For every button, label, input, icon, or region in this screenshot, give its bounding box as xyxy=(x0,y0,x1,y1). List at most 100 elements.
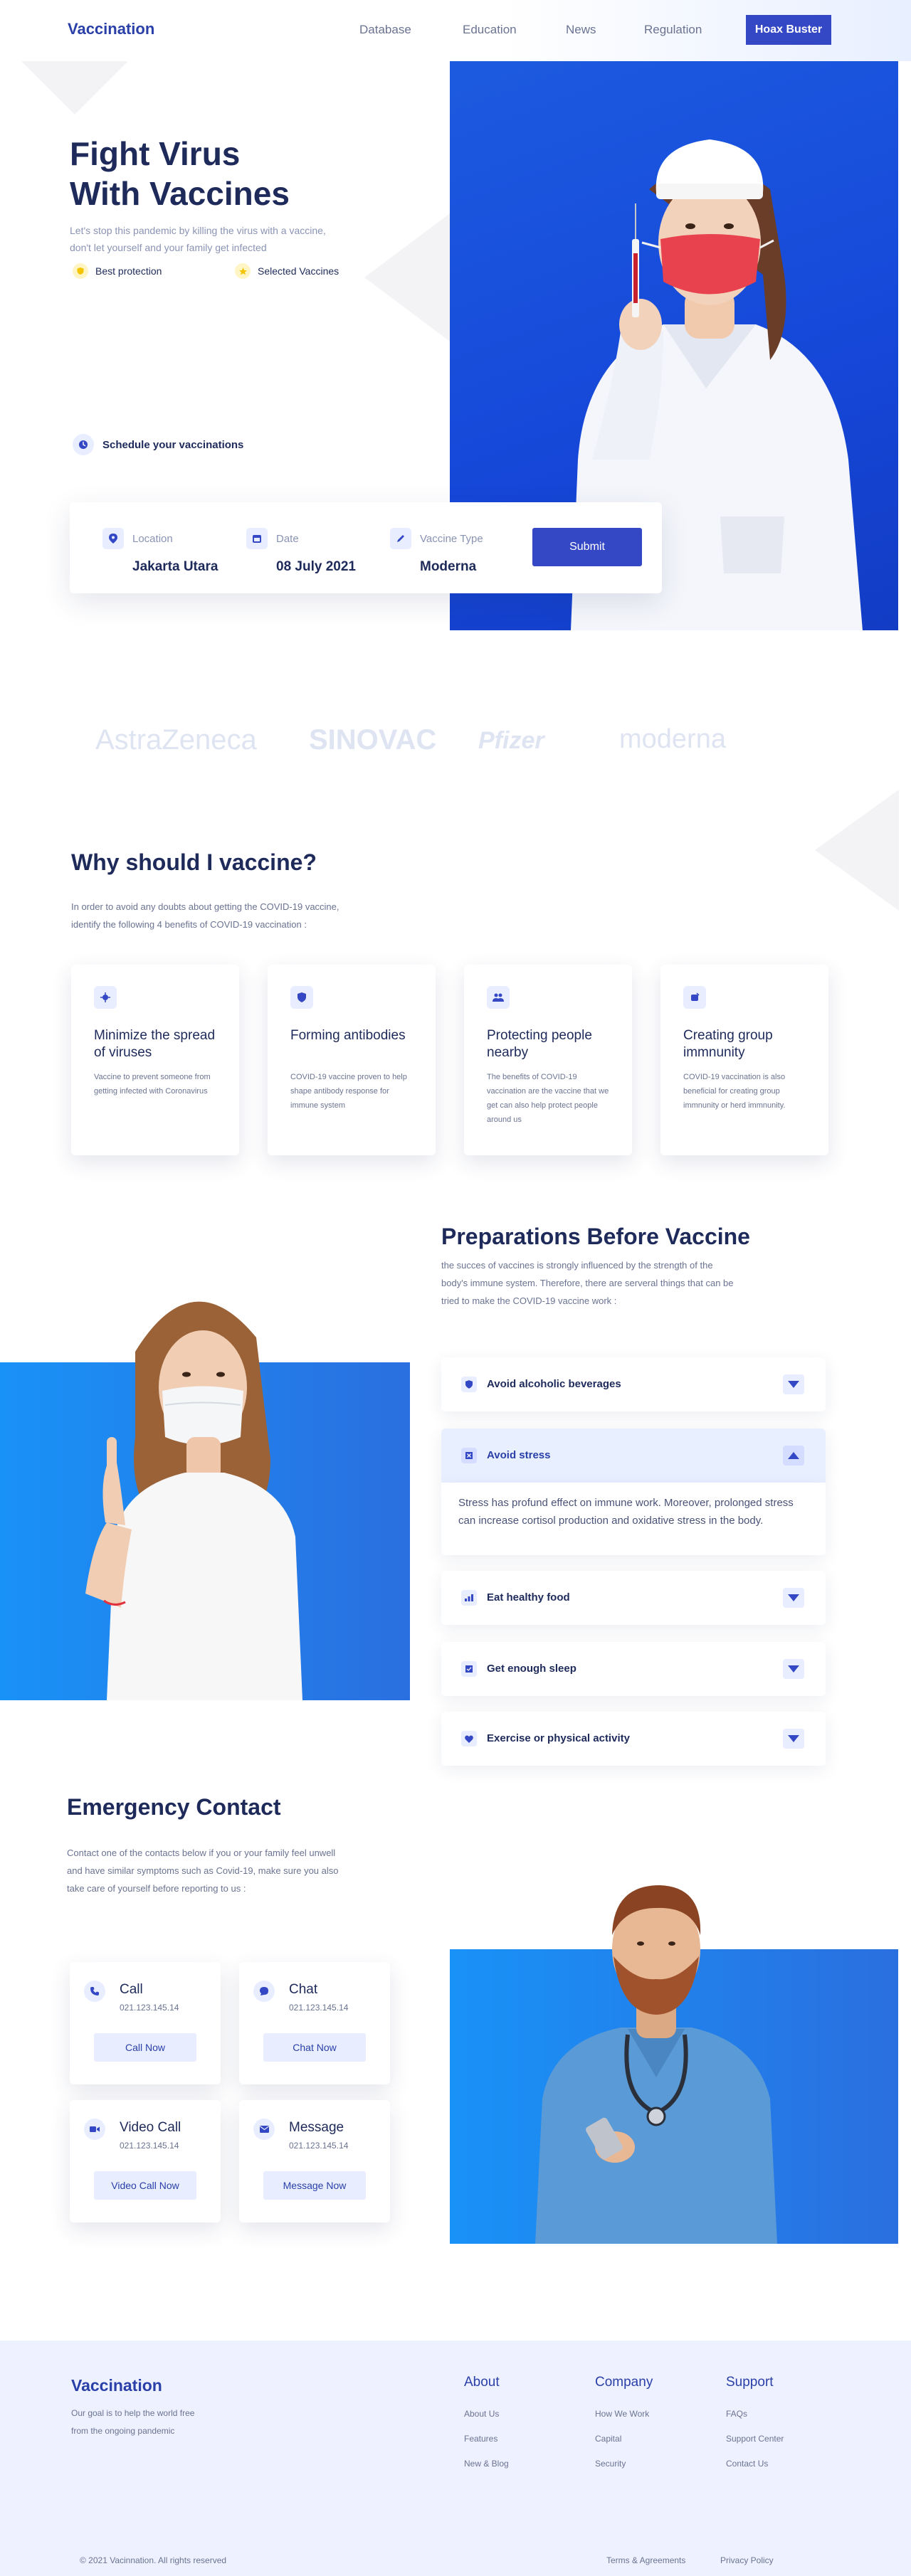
footer-link-support-center[interactable]: Support Center xyxy=(726,2434,784,2444)
location-value: Jakarta Utara xyxy=(132,559,218,574)
vaccine-type-field[interactable]: Vaccine Type Moderna xyxy=(390,528,483,575)
bar-chart-icon xyxy=(461,1590,477,1606)
date-value: 08 July 2021 xyxy=(276,559,356,574)
footer-description: Our goal is to help the world free from … xyxy=(71,2408,195,2436)
benefit-desc: Vaccine to prevent someone from getting … xyxy=(94,1073,211,1096)
accordion-stress-content: Stress has profund effect on immune work… xyxy=(441,1483,826,1555)
brand-pfizer: Pfizer xyxy=(478,727,544,754)
benefit-card-antibodies: Forming antibodies COVID-19 vaccine prov… xyxy=(268,965,436,1155)
footer-link-news-blog[interactable]: New & Blog xyxy=(464,2459,509,2469)
nav-link-database[interactable]: Database xyxy=(359,23,411,37)
video-call-now-button[interactable]: Video Call Now xyxy=(94,2171,196,2200)
nav-link-regulation[interactable]: Regulation xyxy=(644,23,702,37)
vaccine-type-value: Moderna xyxy=(420,559,477,574)
decor-triangle-mid xyxy=(364,213,450,341)
benefit-title: Creating group immnunity xyxy=(683,1028,773,1060)
accordion-sleep[interactable]: Get enough sleep xyxy=(441,1642,826,1696)
badge-label: Best protection xyxy=(95,265,162,277)
top-navbar: Vaccination Database Education News Regu… xyxy=(0,0,911,61)
footer: Vaccination Our goal is to help the worl… xyxy=(0,2341,911,2576)
prep-description: the succes of vaccines is strongly influ… xyxy=(441,1260,734,1306)
accordion-alcohol[interactable]: Avoid alcoholic beverages xyxy=(441,1357,826,1411)
schedule-link[interactable]: Schedule your vaccinations xyxy=(73,434,243,455)
emergency-title: Emergency Contact xyxy=(67,1794,281,1820)
benefit-desc: COVID-19 vaccination is also beneficial … xyxy=(683,1073,786,1110)
emergency-description: Contact one of the contacts below if you… xyxy=(67,1848,339,1894)
footer-col-company-title: Company xyxy=(595,2375,653,2390)
footer-link-about-us[interactable]: About Us xyxy=(464,2409,499,2419)
map-pin-icon xyxy=(102,528,124,549)
doctor-illustration xyxy=(535,1885,777,2244)
accordion-label: Get enough sleep xyxy=(487,1663,576,1675)
contact-card-message: Message 021.123.145.14 Message Now xyxy=(239,2100,390,2222)
vaccine-type-label: Vaccine Type xyxy=(420,532,483,545)
why-description: In order to avoid any doubts about getti… xyxy=(71,901,339,930)
chevron-down-icon[interactable] xyxy=(783,1374,804,1394)
footer-link-features[interactable]: Features xyxy=(464,2434,497,2444)
star-icon xyxy=(235,263,251,279)
contact-number: 021.123.145.14 xyxy=(289,2003,349,2013)
masked-woman-photo xyxy=(0,1224,410,1700)
people-icon xyxy=(487,986,510,1009)
benefit-card-spread: Minimize the spread of viruses Vaccine t… xyxy=(71,965,239,1155)
benefit-card-immunity: Creating group immnunity COVID-19 vaccin… xyxy=(660,965,828,1155)
contact-number: 021.123.145.14 xyxy=(120,2141,179,2151)
benefit-desc: The benefits of COVID-19 vaccination are… xyxy=(487,1073,609,1124)
checkbox-icon xyxy=(461,1661,477,1677)
message-now-button[interactable]: Message Now xyxy=(263,2171,366,2200)
hoax-buster-button[interactable]: Hoax Buster xyxy=(746,15,831,45)
chevron-down-icon[interactable] xyxy=(783,1729,804,1749)
footer-link-privacy[interactable]: Privacy Policy xyxy=(720,2555,774,2565)
location-field[interactable]: Location Jakarta Utara xyxy=(102,528,218,575)
footer-link-contact-us[interactable]: Contact Us xyxy=(726,2459,768,2469)
footer-col-support-title: Support xyxy=(726,2375,774,2390)
hero-title-line2: With Vaccines xyxy=(70,175,290,212)
pencil-icon xyxy=(390,528,411,549)
accordion-exercise[interactable]: Exercise or physical activity xyxy=(441,1712,826,1766)
brand-moderna: moderna xyxy=(619,724,726,754)
badge-best-protection: Best protection xyxy=(73,263,162,279)
badge-selected-vaccines: Selected Vaccines xyxy=(235,263,339,279)
contact-title: Video Call xyxy=(120,2120,181,2135)
contact-title: Message xyxy=(289,2120,344,2135)
footer-col-about-title: About xyxy=(464,2375,500,2390)
benefit-title: Minimize the spread of viruses xyxy=(94,1028,216,1060)
accordion-healthy-food[interactable]: Eat healthy food xyxy=(441,1571,826,1625)
heart-icon xyxy=(461,1731,477,1747)
virus-icon xyxy=(94,986,117,1009)
brand-astrazeneca: AstraZeneca xyxy=(95,724,257,756)
chevron-down-icon[interactable] xyxy=(783,1588,804,1608)
footer-brand[interactable]: Vaccination xyxy=(71,2376,162,2395)
location-label: Location xyxy=(132,532,173,545)
footer-link-capital[interactable]: Capital xyxy=(595,2434,621,2444)
footer-link-terms[interactable]: Terms & Agreements xyxy=(606,2555,685,2565)
nav-link-education[interactable]: Education xyxy=(463,23,517,37)
contact-title: Chat xyxy=(289,1982,318,1997)
chevron-down-icon[interactable] xyxy=(783,1659,804,1679)
accordion-stress[interactable]: Avoid stress xyxy=(441,1429,826,1483)
footer-link-how-we-work[interactable]: How We Work xyxy=(595,2409,649,2419)
chevron-up-icon[interactable] xyxy=(783,1446,804,1465)
contact-number: 021.123.145.14 xyxy=(120,2003,179,2013)
contact-card-video: Video Call 021.123.145.14 Video Call Now xyxy=(70,2100,221,2222)
contact-title: Call xyxy=(120,1982,143,1997)
chat-now-button[interactable]: Chat Now xyxy=(263,2033,366,2062)
contact-number: 021.123.145.14 xyxy=(289,2141,349,2151)
footer-link-faqs[interactable]: FAQs xyxy=(726,2409,747,2419)
contact-card-call: Call 021.123.145.14 Call Now xyxy=(70,1962,221,2084)
footer-link-security[interactable]: Security xyxy=(595,2459,626,2469)
video-camera-icon xyxy=(84,2119,105,2140)
nav-link-news[interactable]: News xyxy=(566,23,596,37)
benefit-title: Protecting people nearby xyxy=(487,1028,592,1060)
decor-triangle-top xyxy=(21,61,128,115)
date-field[interactable]: Date 08 July 2021 xyxy=(246,528,356,575)
submit-button[interactable]: Submit xyxy=(532,528,642,566)
why-title: Why should I vaccine? xyxy=(71,849,317,875)
hero-description: Let's stop this pandemic by killing the … xyxy=(70,225,326,253)
date-label: Date xyxy=(276,532,299,545)
brand-logo[interactable]: Vaccination xyxy=(68,20,154,38)
prep-title: Preparations Before Vaccine xyxy=(441,1224,750,1249)
call-now-button[interactable]: Call Now xyxy=(94,2033,196,2062)
benefit-title: Forming antibodies xyxy=(290,1028,406,1043)
accordion-label: Avoid stress xyxy=(487,1449,551,1461)
